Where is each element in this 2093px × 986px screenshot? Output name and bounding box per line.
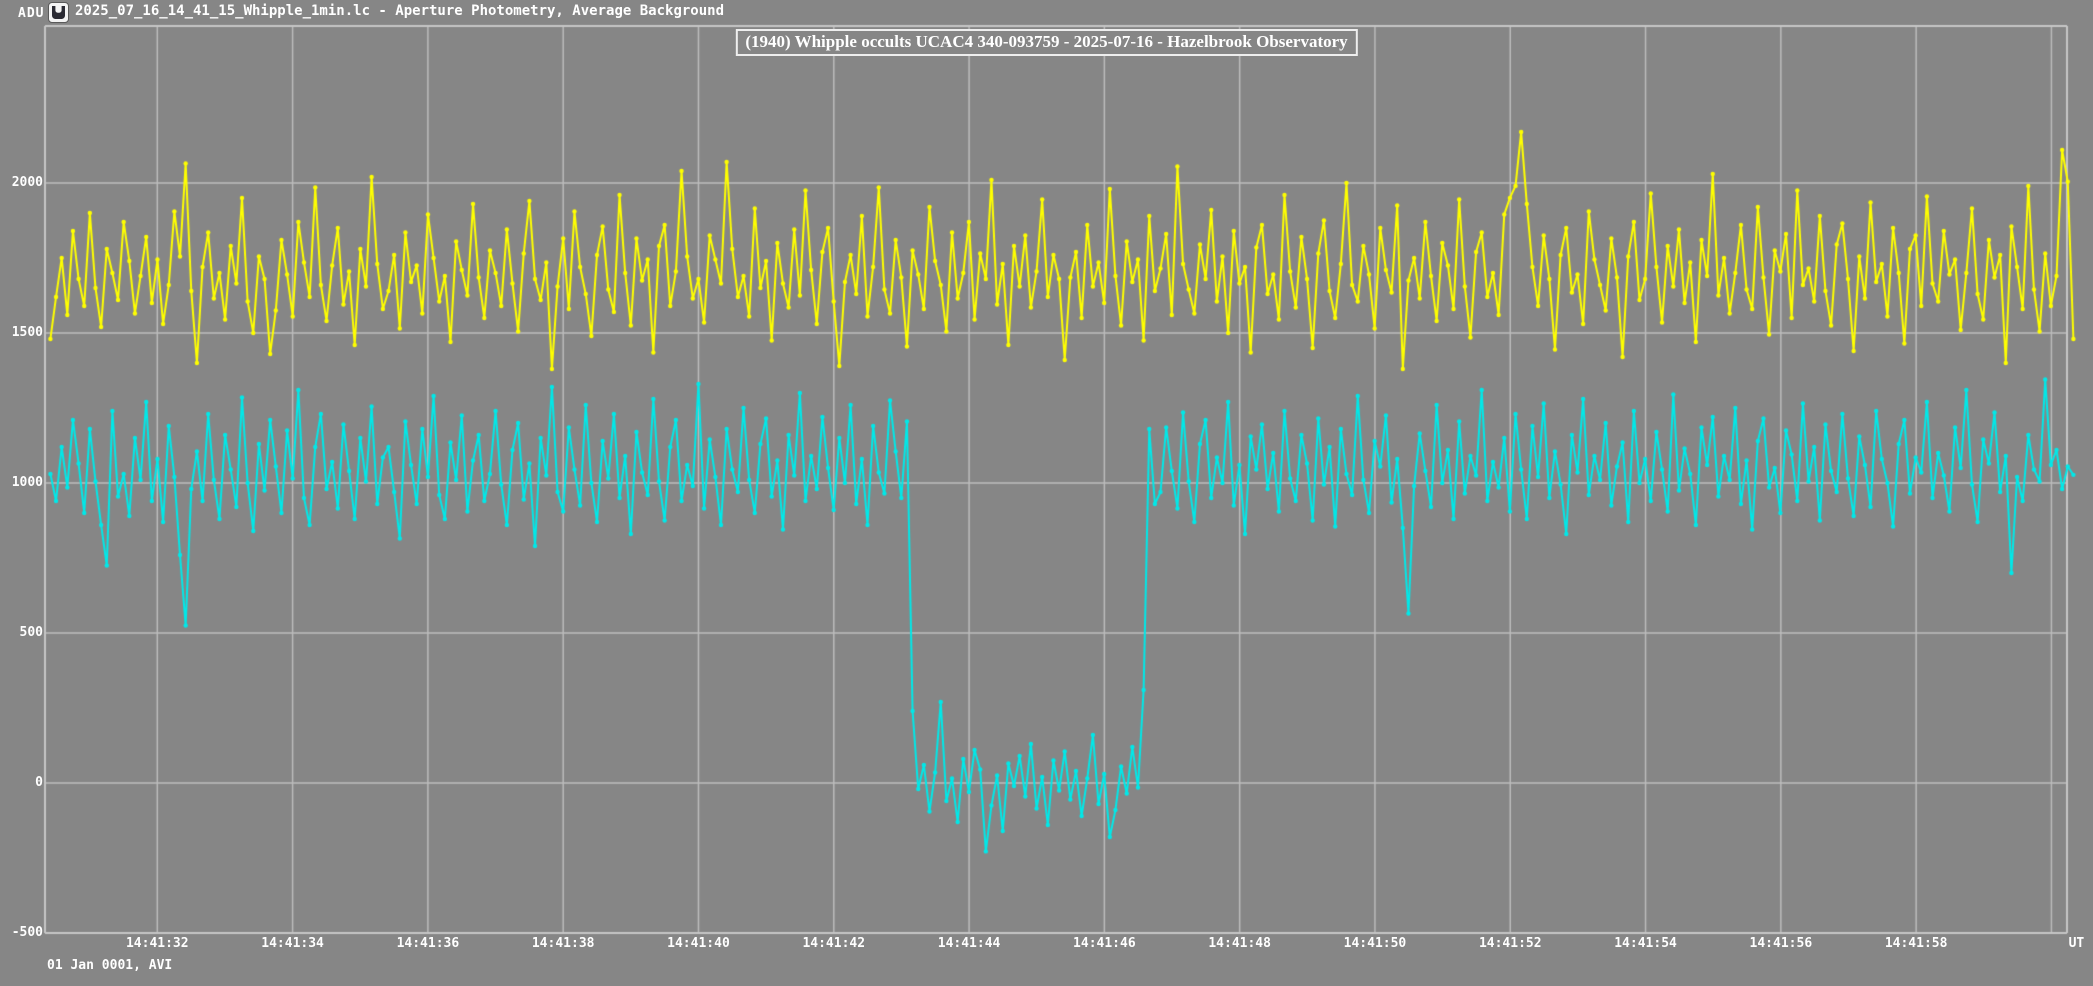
x-tick-label: 14:41:36 (397, 936, 460, 951)
x-tick-label: 14:41:56 (1750, 936, 1813, 951)
x-tick-label: 14:41:42 (802, 936, 865, 951)
y-tick-label: 0 (0, 775, 43, 790)
footer-date-format-label: 01 Jan 0001, AVI (47, 958, 172, 973)
y-tick-label: -500 (0, 925, 43, 940)
x-tick-label: 14:41:34 (261, 936, 324, 951)
y-axis-unit-label: ADU (18, 6, 44, 21)
x-tick-label: 14:41:58 (1885, 936, 1948, 951)
x-tick-label: 14:41:44 (938, 936, 1001, 951)
app-icon (48, 2, 69, 23)
x-tick-label: 14:41:38 (532, 936, 595, 951)
x-tick-label: 14:41:40 (667, 936, 730, 951)
x-tick-label: 14:41:46 (1073, 936, 1136, 951)
lightcurve-plot (0, 0, 2093, 986)
x-tick-label: 14:41:48 (1208, 936, 1271, 951)
lightcurve-window: ADU 2025_07_16_14_41_15_Whipple_1min.lc … (0, 0, 2093, 986)
x-tick-label: 14:41:52 (1479, 936, 1542, 951)
y-tick-label: 1500 (0, 325, 43, 340)
titlebar-filename: 2025_07_16_14_41_15_Whipple_1min.lc - Ap… (75, 3, 724, 19)
y-tick-label: 2000 (0, 175, 43, 190)
x-tick-label: 14:41:50 (1344, 936, 1407, 951)
x-axis-unit-label: UT (2069, 936, 2085, 951)
x-tick-label: 14:41:32 (126, 936, 189, 951)
chart-title-box: (1940) Whipple occults UCAC4 340-093759 … (735, 29, 1357, 56)
x-tick-label: 14:41:54 (1614, 936, 1677, 951)
y-tick-label: 500 (0, 625, 43, 640)
y-tick-label: 1000 (0, 475, 43, 490)
